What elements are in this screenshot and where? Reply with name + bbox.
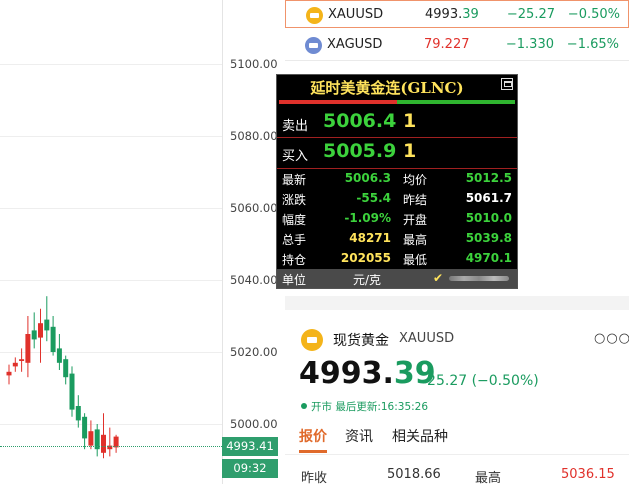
avg-label: 均价 [403,173,428,187]
high-value: 5039.8 [465,231,512,245]
sell-label: 卖出 [282,119,309,134]
candle-body [75,406,81,421]
last-label: 最新 [282,173,307,187]
candle-body [63,359,69,378]
window-restore-icon[interactable] [501,78,513,90]
quote-row-xauusd[interactable]: XAUUSD 4993.39 −25.27 −0.50% [285,0,629,28]
quote-percent: −0.50% [567,7,620,22]
glnc-title: 延时美黄金连(GLNC) [310,79,464,97]
y-tick-label: 5080.00 [230,129,278,143]
detail-price: 4993.39 [299,356,436,391]
candle-body [38,323,43,338]
open-interest-label: 持仓 [282,253,307,267]
candle-body [56,348,62,363]
high-label: 最高 [403,233,428,247]
y-tick-label: 5000.00 [230,417,278,431]
tab-related[interactable]: 相关品种 [392,426,448,446]
candle-body [6,371,12,376]
pct-value: -1.09% [344,211,391,225]
open-interest-value: 202055 [340,251,391,265]
current-price-marker: 4993.41 [222,437,278,456]
open-value: 5010.0 [465,211,512,225]
candles-layer [6,296,119,459]
low-value: 4970.1 [465,251,512,265]
candle-body [31,330,37,340]
prev-close-value: 5018.66 [387,467,441,482]
open-label: 开盘 [403,213,428,227]
quote-change: −1.330 [505,37,554,52]
divider [285,60,629,61]
volume-value: 48271 [349,231,391,245]
candle-body [82,416,88,439]
y-tick-label: 5020.00 [230,345,278,359]
tab-quote[interactable]: 报价 [299,426,327,446]
high-value: 5036.15 [561,467,615,482]
candle-body [12,362,18,367]
sell-price: 5006.4 [323,110,397,132]
sell-qty: 1 [403,110,417,132]
y-tick-label: 5100.00 [230,57,278,71]
quote-price: 4993.39 [425,7,479,22]
candle-body [44,319,50,331]
section-divider [285,296,629,310]
prev-settle-value: 5061.7 [465,191,512,205]
detail-card: 现货黄金 XAUUSD ○○○ 4993.39 -25.27 (−0.50%) … [285,310,629,486]
pct-label: 幅度 [282,213,307,227]
candle-body [88,431,94,446]
avg-value: 5012.5 [465,171,512,185]
divider [277,137,517,138]
candle-body [50,326,56,352]
prev-close-label: 昨收 [301,471,328,486]
tab-news[interactable]: 资讯 [345,426,373,446]
instrument-symbol: XAUUSD [399,331,455,346]
quote-row-xagusd[interactable]: XAGUSD 79.227 −1.330 −1.65% [285,31,629,59]
divider [285,454,629,455]
gold-coin-icon [306,7,323,24]
quote-price: 79.227 [424,37,470,52]
status-dot-icon [301,403,307,409]
detail-change: -25.27 (−0.50%) [422,373,539,389]
volume-label: 总手 [282,233,307,247]
low-label: 最低 [403,253,428,267]
instrument-name: 现货黄金 [333,333,389,349]
gold-coin-icon [301,329,323,351]
check-icon: ✔ [433,271,444,285]
buy-qty: 1 [403,140,417,162]
prev-settle-label: 昨结 [403,193,428,207]
candle-body [19,359,25,361]
candle-body [69,373,75,410]
change-value: -55.4 [356,191,391,205]
market-status: 开市 最后更新:16:35:26 [301,399,428,414]
buy-price: 5005.9 [323,140,397,162]
candlestick-chart[interactable] [0,0,222,484]
buy-strength-bar [397,100,515,104]
current-price-line [0,446,222,447]
last-value: 5006.3 [344,171,391,185]
high-label: 最高 [475,471,502,486]
buy-label: 买入 [282,149,309,164]
current-time-marker: 09:32 [222,459,278,478]
unit-value: 元/克 [353,273,382,287]
change-label: 涨跌 [282,193,307,207]
quote-percent: −1.65% [566,37,619,52]
quote-change: −25.27 [506,7,555,22]
candle-body [25,334,31,363]
silver-coin-icon [305,37,322,54]
more-options-icon[interactable]: ○○○ [594,331,629,346]
quote-symbol: XAUUSD [328,7,384,22]
unit-label: 单位 [282,273,307,287]
glnc-footer: 单位 元/克 ✔ [277,269,517,288]
y-tick-label: 5060.00 [230,201,278,215]
sell-strength-bar [279,100,397,104]
candle-body [101,434,106,453]
y-tick-label: 5040.00 [230,273,278,287]
active-tab-indicator [299,450,327,453]
blurred-text [449,276,509,281]
glnc-quote-window[interactable]: 延时美黄金连(GLNC) 卖出 5006.4 1 买入 5005.9 1 最新 … [276,74,518,289]
divider [277,168,517,169]
quote-symbol: XAGUSD [327,37,383,52]
